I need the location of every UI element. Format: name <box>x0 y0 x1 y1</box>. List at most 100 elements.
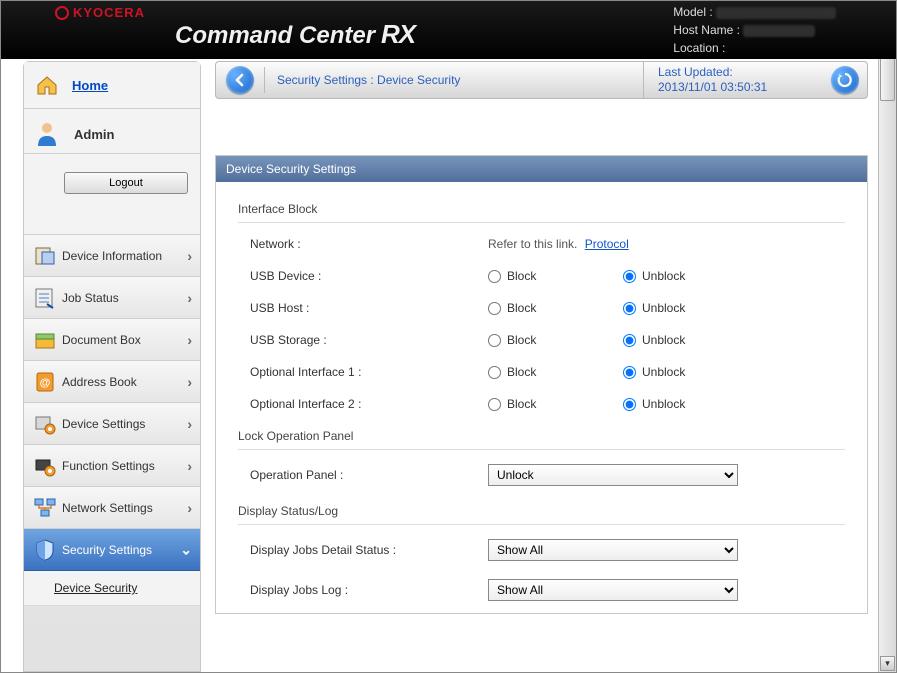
sidebar-item-label: Job Status <box>62 291 119 305</box>
kyocera-mark-icon <box>55 6 69 20</box>
sidebar-item-security-settings[interactable]: Security Settings ⌄ <box>24 529 200 571</box>
user-icon <box>34 121 60 147</box>
sidebar-item-job-status[interactable]: Job Status › <box>24 277 200 319</box>
vertical-scrollbar-track[interactable]: ▾ <box>878 1 896 672</box>
logout-area: Logout <box>24 154 200 235</box>
row-display-jobs-log: Display Jobs Log : Show All <box>238 579 845 601</box>
function-settings-icon <box>32 453 58 479</box>
sidebar: Home Admin Logout Device Information › <box>23 61 201 672</box>
row-usb-host: USB Host : Block Unblock <box>238 301 845 315</box>
usb-storage-block-option[interactable]: Block <box>488 333 623 347</box>
opt-if2-unblock-option[interactable]: Unblock <box>623 397 685 411</box>
network-hint-text: Refer to this link. <box>488 237 577 251</box>
row-operation-panel: Operation Panel : Unlock <box>238 464 845 486</box>
unblock-text: Unblock <box>642 301 685 315</box>
display-jobs-log-select[interactable]: Show All <box>488 579 738 601</box>
logout-button[interactable]: Logout <box>64 172 188 194</box>
chevron-right-icon: › <box>187 290 192 306</box>
unblock-text: Unblock <box>642 397 685 411</box>
display-jobs-log-label: Display Jobs Log : <box>238 583 488 597</box>
address-book-icon: @ <box>32 369 58 395</box>
network-settings-icon <box>32 495 58 521</box>
radio-block[interactable] <box>488 398 501 411</box>
hostname-value-hidden <box>743 25 815 37</box>
device-info-icon <box>32 243 58 269</box>
brand-logo: KYOCERA <box>55 5 145 20</box>
radio-unblock[interactable] <box>623 398 636 411</box>
app-header: KYOCERA Command Center RX Model : Host N… <box>1 1 896 59</box>
section-interface-block-title: Interface Block <box>238 202 845 223</box>
brand-text: KYOCERA <box>73 5 145 20</box>
radio-block[interactable] <box>488 366 501 379</box>
opt-if1-unblock-option[interactable]: Unblock <box>623 365 685 379</box>
row-usb-storage: USB Storage : Block Unblock <box>238 333 845 347</box>
operation-panel-label: Operation Panel : <box>238 468 488 482</box>
radio-unblock[interactable] <box>623 334 636 347</box>
block-text: Block <box>507 365 536 379</box>
main-area: Security Settings : Device Security Last… <box>215 61 868 672</box>
opt-if1-block-option[interactable]: Block <box>488 365 623 379</box>
radio-block[interactable] <box>488 334 501 347</box>
sidebar-item-device-settings[interactable]: Device Settings › <box>24 403 200 445</box>
sidebar-item-address-book[interactable]: @ Address Book › <box>24 361 200 403</box>
protocol-link[interactable]: Protocol <box>585 237 629 251</box>
usb-storage-label: USB Storage : <box>238 333 488 347</box>
block-text: Block <box>507 269 536 283</box>
product-title: Command Center RX <box>175 19 415 50</box>
display-jobs-detail-status-select[interactable]: Show All <box>488 539 738 561</box>
home-link[interactable]: Home <box>72 78 108 93</box>
back-button[interactable] <box>226 66 254 94</box>
block-text: Block <box>507 301 536 315</box>
last-updated-value: 2013/11/01 03:50:31 <box>658 80 809 95</box>
sidebar-item-label: Device Settings <box>62 417 145 431</box>
row-usb-device: USB Device : Block Unblock <box>238 269 845 283</box>
svg-text:@: @ <box>40 377 51 389</box>
radio-unblock[interactable] <box>623 270 636 283</box>
section-lock-operation-panel-title: Lock Operation Panel <box>238 429 845 450</box>
device-settings-icon <box>32 411 58 437</box>
chevron-right-icon: › <box>187 416 192 432</box>
chevron-down-icon: ⌄ <box>180 541 192 558</box>
radio-unblock[interactable] <box>623 302 636 315</box>
refresh-button[interactable] <box>831 66 859 94</box>
scroll-down-arrow-icon[interactable]: ▾ <box>880 656 895 671</box>
usb-device-label: USB Device : <box>238 269 488 283</box>
sidebar-item-network-settings[interactable]: Network Settings › <box>24 487 200 529</box>
usb-host-unblock-option[interactable]: Unblock <box>623 301 685 315</box>
sidebar-admin: Admin <box>24 109 200 154</box>
usb-device-block-option[interactable]: Block <box>488 269 623 283</box>
sidebar-item-document-box[interactable]: Document Box › <box>24 319 200 361</box>
network-label: Network : <box>238 237 488 251</box>
sidebar-item-function-settings[interactable]: Function Settings › <box>24 445 200 487</box>
chevron-right-icon: › <box>187 458 192 474</box>
sidebar-item-label: Network Settings <box>62 501 153 515</box>
usb-host-label: USB Host : <box>238 301 488 315</box>
block-text: Block <box>507 397 536 411</box>
display-jobs-detail-status-label: Display Jobs Detail Status : <box>238 543 488 557</box>
chevron-right-icon: › <box>187 248 192 264</box>
product-title-text: Command Center <box>175 22 375 50</box>
row-network: Network : Refer to this link. Protocol <box>238 237 845 251</box>
usb-host-block-option[interactable]: Block <box>488 301 623 315</box>
sidebar-item-label: Document Box <box>62 333 141 347</box>
admin-label: Admin <box>74 127 114 142</box>
opt-if2-block-option[interactable]: Block <box>488 397 623 411</box>
hostname-label: Host Name : <box>673 23 740 37</box>
operation-panel-select[interactable]: Unlock <box>488 464 738 486</box>
usb-device-unblock-option[interactable]: Unblock <box>623 269 685 283</box>
sidebar-item-label: Address Book <box>62 375 137 389</box>
home-icon <box>34 72 60 98</box>
section-display-status-log-title: Display Status/Log <box>238 504 845 525</box>
usb-storage-unblock-option[interactable]: Unblock <box>623 333 685 347</box>
sidebar-home[interactable]: Home <box>24 62 200 109</box>
sidebar-item-device-information[interactable]: Device Information › <box>24 235 200 277</box>
divider <box>264 67 265 93</box>
unblock-text: Unblock <box>642 365 685 379</box>
radio-block[interactable] <box>488 270 501 283</box>
last-updated-label: Last Updated: <box>658 65 809 80</box>
radio-block[interactable] <box>488 302 501 315</box>
sidebar-subitem-device-security[interactable]: Device Security <box>24 571 200 606</box>
chevron-right-icon: › <box>187 332 192 348</box>
job-status-icon <box>32 285 58 311</box>
radio-unblock[interactable] <box>623 366 636 379</box>
